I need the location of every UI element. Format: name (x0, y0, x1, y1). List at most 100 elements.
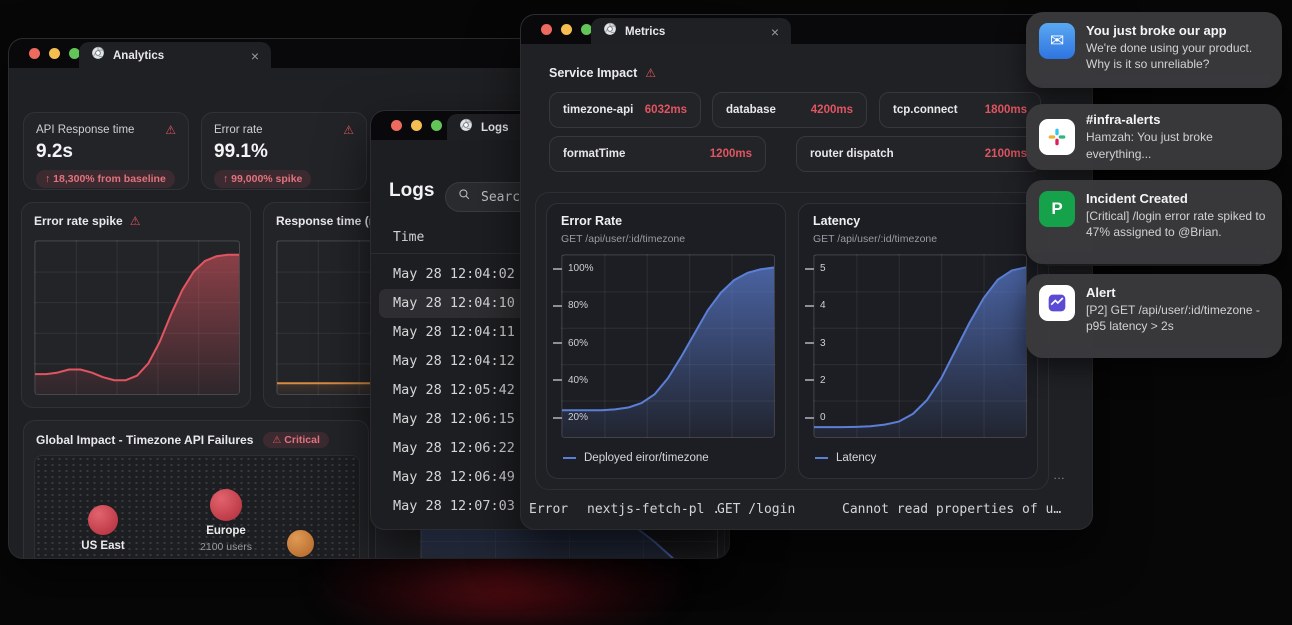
stat-value: 9.2s (36, 141, 73, 162)
error-rate-spike-card: Error rate spike ⚠ (21, 202, 251, 408)
latency-plot (813, 254, 1027, 438)
chart-legend: Deployed eiror/timezone (563, 452, 709, 464)
service-chip-formattime: formatTime 1200ms (549, 136, 766, 172)
stat-delta-badge: ↑ 18,300% from baseline (36, 170, 175, 188)
minimize-traffic-light[interactable] (411, 120, 422, 131)
mail-app-icon: ✉ (1039, 23, 1075, 59)
warning-icon: ⚠ (165, 123, 176, 137)
slack-app-icon (1039, 119, 1075, 155)
metrics-tabbar: Metrics × (520, 14, 1093, 45)
pagerduty-app-icon: P (1039, 191, 1075, 227)
world-map: US East 1250 users Europe 2100 users Asi… (34, 455, 360, 558)
notification-title: #infra-alerts (1086, 112, 1161, 128)
close-traffic-light[interactable] (29, 48, 40, 59)
minimize-traffic-light[interactable] (49, 48, 60, 59)
y-axis: 100% 80% 60% 40% 20% (553, 254, 594, 436)
log-level: Error (529, 502, 569, 517)
service-chip-database: database 4200ms (712, 92, 867, 128)
chart-title: Latency (813, 214, 861, 228)
notification-title: Alert (1086, 285, 1116, 300)
chart-title: Error rate spike (34, 214, 123, 228)
error-rate-chart-card: Error Rate GET /api/user/:id/timezone 10… (546, 203, 786, 479)
region-users: 1250 users (53, 556, 153, 558)
map-bubble-us-east (88, 505, 118, 535)
tab-label: Analytics (113, 49, 165, 62)
warning-icon: ⚠ (272, 435, 282, 446)
warning-icon: ⚠ (645, 66, 657, 80)
search-icon (458, 188, 471, 206)
log-message: Cannot read properties of u… (842, 502, 1062, 517)
stat-card-api-response-time: API Response time ⚠ 9.2s ↑ 18,300% from … (23, 112, 189, 190)
notification-pagerduty[interactable]: P Incident Created [Critical] /login err… (1026, 180, 1282, 264)
error-rate-chart (562, 255, 774, 437)
notification-alert[interactable]: Alert [P2] GET /api/user/:id/timezone - … (1026, 274, 1282, 358)
latency-chart (814, 255, 1026, 437)
browser-icon (603, 22, 617, 41)
section-title: Service Impact (549, 66, 638, 80)
tab-metrics[interactable]: Metrics × (591, 18, 791, 45)
notification-body: Hamzah: You just broke everything... (1086, 130, 1213, 161)
tab-label: Metrics (625, 25, 666, 38)
error-rate-spike-plot (34, 240, 240, 395)
region-users: 2100 users (200, 541, 252, 553)
region-name: Europe (206, 525, 246, 537)
monitoring-app-icon (1039, 285, 1075, 321)
metrics-window: Metrics × Service Impact ⚠ timezone-api 6… (520, 14, 1093, 530)
stat-value: 99.1% (214, 141, 268, 162)
service-chip-router-dispatch: router dispatch 2100ms (796, 136, 1041, 172)
chart-subtitle: GET /api/user/:id/timezone (561, 233, 686, 245)
service-chip-timezone-api: timezone-api 6032ms (549, 92, 701, 128)
tab-label: Logs (481, 121, 509, 134)
legend-label: Deployed eiror/timezone (584, 452, 709, 464)
error-rate-spike-chart (35, 241, 239, 394)
notification-mail[interactable]: ✉ You just broke our app We're done usin… (1026, 12, 1282, 88)
minimize-traffic-light[interactable] (561, 24, 572, 35)
notification-title: Incident Created (1086, 191, 1188, 206)
stat-label: API Response time (36, 124, 135, 136)
chart-legend: Latency (815, 452, 876, 464)
region-name: US East (81, 540, 125, 552)
browser-icon (459, 118, 473, 137)
notification-body: [P2] GET /api/user/:id/timezone - p95 la… (1086, 303, 1260, 334)
service-chip-tcp-connect: tcp.connect 1800ms (879, 92, 1041, 128)
close-traffic-light[interactable] (391, 120, 402, 131)
latency-chart-card: Latency GET /api/user/:id/timezone 5 4 3… (798, 203, 1038, 479)
warning-icon: ⚠ (129, 214, 141, 228)
traffic-lights (29, 48, 80, 59)
stat-card-error-rate: Error rate ⚠ 99.1% ↑ 99,000% spike (201, 112, 367, 190)
log-source: nextjs-fetch-pl ... (587, 502, 717, 517)
legend-label: Latency (836, 452, 877, 464)
zoom-traffic-light[interactable] (431, 120, 442, 131)
legend-swatch (815, 457, 828, 459)
notification-body: [Critical] /login error rate spiked to 4… (1086, 209, 1266, 240)
browser-icon (91, 46, 105, 65)
notification-slack[interactable]: #infra-alerts Hamzah: You just broke eve… (1026, 104, 1282, 170)
y-axis: 5 4 3 2 0 (805, 254, 826, 436)
global-impact-card: Global Impact - Timezone API Failures ⚠ … (23, 420, 369, 558)
log-request: GET /login (717, 502, 796, 517)
legend-swatch (563, 457, 576, 459)
traffic-lights (541, 24, 592, 35)
tab-close-icon[interactable]: × (771, 25, 779, 39)
notification-title: You just broke our app (1086, 23, 1227, 38)
map-bubble-asia-pacific (287, 530, 314, 557)
chart-subtitle: GET /api/user/:id/timezone (813, 233, 938, 245)
tab-analytics[interactable]: Analytics × (79, 42, 271, 69)
charts-container: Error Rate GET /api/user/:id/timezone 10… (535, 192, 1049, 490)
time-column-header: Time (393, 230, 425, 245)
tab-close-icon[interactable]: × (251, 49, 259, 63)
logs-title: Logs (389, 180, 435, 201)
critical-badge: ⚠ Critical (263, 432, 329, 448)
overflow-ellipsis: … (1053, 468, 1065, 482)
warning-icon: ⚠ (343, 123, 354, 137)
notification-body: We're done using your product. Why is it… (1086, 41, 1253, 72)
close-traffic-light[interactable] (541, 24, 552, 35)
stat-label: Error rate (214, 124, 263, 136)
metrics-body: Service Impact ⚠ timezone-api 6032ms data… (520, 44, 1093, 530)
metrics-log-row[interactable]: Error nextjs-fetch-pl ... GET /login Can… (529, 502, 1076, 517)
map-bubble-europe (210, 489, 242, 521)
global-impact-title: Global Impact - Timezone API Failures (36, 433, 254, 447)
chart-title: Error Rate (561, 214, 623, 228)
traffic-lights (391, 120, 442, 131)
stat-delta-badge: ↑ 99,000% spike (214, 170, 312, 188)
